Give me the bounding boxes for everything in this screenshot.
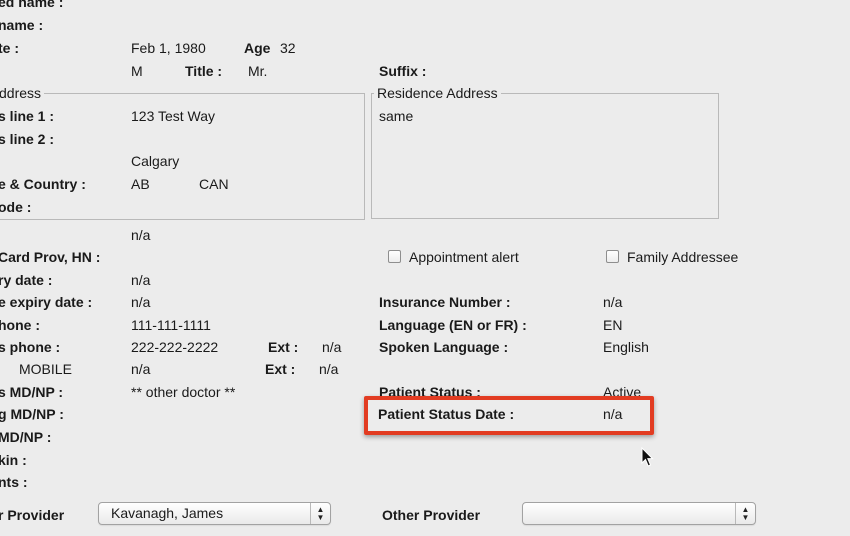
sex-value: M (131, 63, 143, 79)
insurance-number-value: n/a (603, 294, 623, 310)
health-card-label: Card Prov, HN : (0, 249, 101, 265)
title-value: Mr. (248, 63, 268, 79)
mobile-label: MOBILE (19, 361, 72, 377)
home-phone-label: hone : (0, 317, 40, 333)
mobile-value: n/a (131, 361, 151, 377)
preferred-name-label: ed name : (0, 0, 64, 10)
business-phone-value: 222-222-2222 (131, 339, 219, 355)
birth-date-value: Feb 1, 1980 (131, 40, 206, 56)
primary-provider-label: r Provider (0, 507, 65, 523)
primary-provider-value: Kavanagh, James (111, 505, 224, 521)
address-line2-label: s line 2 : (0, 131, 55, 147)
mouse-cursor-icon (641, 447, 654, 467)
birth-date-label: te : (0, 40, 19, 56)
address-line1-label: s line 1 : (0, 108, 55, 124)
patient-status-date-value: n/a (603, 406, 623, 422)
business-phone-label: s phone : (0, 339, 61, 355)
ext2-label: Ext : (265, 361, 296, 377)
insurance-number-label: Insurance Number : (379, 294, 511, 310)
province-country-label: e & Country : (0, 176, 86, 192)
spoken-language-label: Spoken Language : (379, 339, 509, 355)
mailing-address-legend: ddress (0, 84, 45, 102)
family-addressee-checkbox[interactable] (606, 250, 619, 263)
select-arrows-icon: ▲ ▼ (310, 503, 330, 524)
address-line1-value: 123 Test Way (131, 108, 216, 124)
appointment-alert-checkbox[interactable] (388, 250, 401, 263)
city-value: Calgary (131, 153, 180, 169)
comments-label: nts : (0, 474, 28, 490)
residence-address-group: Residence Address (371, 84, 719, 219)
family-md-value: ** other doctor ** (131, 384, 236, 400)
home-phone-value: 111-111-1111 (131, 317, 211, 333)
language-label: Language (EN or FR) : (379, 317, 527, 333)
ext2-value: n/a (319, 361, 339, 377)
renew-expiry-value: n/a (131, 294, 151, 310)
family-md-label: s MD/NP : (0, 384, 64, 400)
expiry-date-label: ry date : (0, 272, 53, 288)
country-value: CAN (199, 176, 229, 192)
other-md-label: MD/NP : (0, 429, 52, 445)
age-label: Age (244, 40, 271, 56)
primary-provider-select[interactable]: Kavanagh, James ▲ ▼ (98, 502, 331, 525)
renew-expiry-label: e expiry date : (0, 294, 93, 310)
alias-name-label: name : (0, 17, 44, 33)
residence-address-value: same (379, 108, 414, 124)
language-value: EN (603, 317, 623, 333)
select-arrows-icon: ▲ ▼ (735, 503, 755, 524)
patient-status-date-label: Patient Status Date : (378, 406, 515, 422)
expiry-date-value: n/a (131, 272, 151, 288)
title-label: Title : (185, 63, 223, 79)
referring-md-label: g MD/NP : (0, 406, 64, 422)
suffix-label: Suffix : (379, 63, 427, 79)
age-value: 32 (280, 40, 296, 56)
province-value: AB (131, 176, 150, 192)
health-card-top-value: n/a (131, 227, 151, 243)
appointment-alert-label[interactable]: Appointment alert (409, 249, 519, 266)
family-addressee-label[interactable]: Family Addressee (627, 249, 738, 266)
other-provider-label: Other Provider (382, 507, 481, 523)
residence-address-legend: Residence Address (374, 84, 501, 102)
ext1-value: n/a (322, 339, 342, 355)
spoken-language-value: English (603, 339, 649, 355)
next-of-kin-label: kin : (0, 452, 27, 468)
other-provider-select[interactable]: ▲ ▼ (522, 502, 756, 525)
postal-code-label: ode : (0, 199, 32, 215)
ext1-label: Ext : (268, 339, 299, 355)
